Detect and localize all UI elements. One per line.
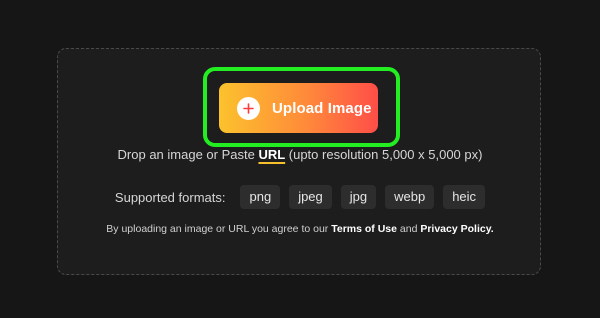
plus-icon xyxy=(237,96,260,120)
format-badge-png: png xyxy=(240,185,281,209)
terms-middle-text: and xyxy=(396,223,421,235)
privacy-policy-link[interactable]: Privacy Policy. xyxy=(420,223,493,235)
supported-formats: Supported formats: png jpeg jpg webp hei… xyxy=(0,185,600,209)
drop-prefix-text: Drop an image or Paste xyxy=(117,147,259,162)
format-badge-webp: webp xyxy=(385,185,435,209)
supported-formats-label: Supported formats: xyxy=(114,189,226,205)
drop-suffix-text: (upto resolution 5,000 x 5,000 px) xyxy=(285,147,483,162)
format-badge-jpeg: jpeg xyxy=(289,185,332,209)
drop-instructions: Drop an image or Paste URL (upto resolut… xyxy=(0,147,600,162)
upload-image-button[interactable]: Upload Image xyxy=(219,83,378,133)
terms-notice: By uploading an image or URL you agree t… xyxy=(0,223,600,235)
paste-url-link[interactable]: URL xyxy=(258,147,285,162)
format-badge-heic: heic xyxy=(443,185,486,209)
terms-of-use-link[interactable]: Terms of Use xyxy=(331,223,397,235)
format-badge-jpg: jpg xyxy=(340,185,377,209)
terms-prefix-text: By uploading an image or URL you agree t… xyxy=(106,223,332,235)
upload-button-label: Upload Image xyxy=(272,99,372,117)
